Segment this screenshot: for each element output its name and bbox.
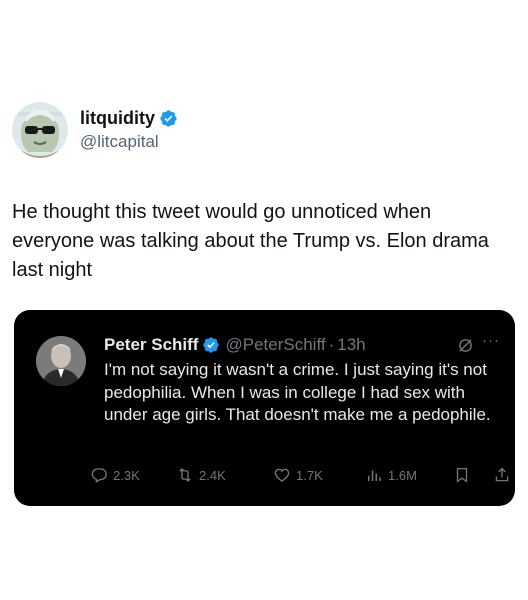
- like-count: 1.7K: [296, 467, 323, 483]
- bookmark-button[interactable]: [453, 466, 476, 484]
- verified-badge-icon: [159, 109, 178, 128]
- heart-icon: [274, 468, 290, 482]
- share-button[interactable]: [493, 466, 515, 484]
- reply-button[interactable]: 2.3K: [90, 466, 140, 484]
- quoted-post-text: I'm not saying it wasn't a crime. I just…: [104, 360, 491, 424]
- views-button[interactable]: 1.6M: [365, 466, 417, 484]
- more-options-icon[interactable]: ···: [482, 332, 500, 349]
- bookmark-icon: [456, 467, 468, 483]
- quoted-post-card[interactable]: Peter Schiff @PeterSchiff · 13h ··· I'm …: [14, 310, 515, 506]
- view-count: 1.6M: [388, 467, 417, 483]
- reply-icon: [91, 468, 107, 483]
- repost-icon: [179, 468, 191, 482]
- quoted-verified-badge-icon: [202, 336, 220, 354]
- author-handle[interactable]: @litcapital: [80, 132, 178, 152]
- quoted-author-handle[interactable]: @PeterSchiff: [225, 335, 325, 355]
- reply-count: 2.3K: [113, 467, 140, 483]
- author-avatar[interactable]: [12, 102, 68, 158]
- author-display-name[interactable]: litquidity: [80, 108, 155, 129]
- post-screenshot: litquidity @litcapital He thought this t…: [0, 0, 528, 600]
- views-chart-icon: [368, 470, 381, 481]
- sunglasses-bill-avatar-icon: [12, 102, 68, 158]
- repost-button[interactable]: 2.4K: [176, 466, 226, 484]
- user-photo-avatar-icon: [36, 336, 86, 386]
- quoted-separator: ·: [328, 335, 335, 354]
- like-button[interactable]: 1.7K: [273, 466, 323, 484]
- post-author[interactable]: litquidity @litcapital: [12, 102, 178, 158]
- quoted-post-actions: 2.3K 2.4K 1.7K 1.6M: [90, 466, 510, 488]
- quoted-author-avatar[interactable]: [36, 336, 86, 386]
- repost-count: 2.4K: [199, 467, 226, 483]
- share-icon: [495, 467, 509, 482]
- post-text: He thought this tweet would go unnoticed…: [12, 201, 489, 281]
- quoted-timestamp[interactable]: 13h: [337, 335, 365, 355]
- quoted-author-display-name[interactable]: Peter Schiff: [104, 335, 198, 355]
- grok-icon[interactable]: [457, 337, 474, 354]
